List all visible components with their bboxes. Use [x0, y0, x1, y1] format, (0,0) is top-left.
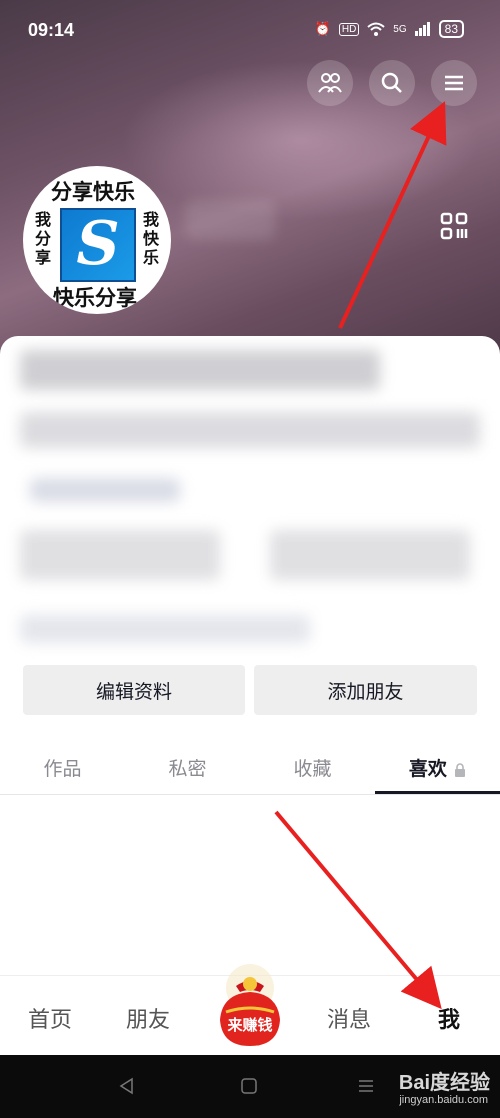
blurred-info-row — [20, 412, 480, 448]
status-time: 09:14 — [28, 20, 75, 40]
blurred-tag — [30, 478, 180, 502]
nav-me[interactable]: 我 — [438, 1002, 460, 1034]
avatar-top-text: 分享快乐 — [51, 180, 135, 204]
active-tab-indicator — [375, 791, 500, 794]
blurred-card-right — [270, 530, 470, 580]
status-bar: 09:14 ⏰ HD 5G 83 — [0, 0, 500, 60]
battery-indicator: 83 — [438, 20, 464, 38]
avatar-bottom-text: 快乐分享 — [53, 286, 137, 310]
friends-button[interactable] — [307, 60, 353, 106]
baidu-watermark-url: jingyan.baidu.com — [399, 1094, 488, 1106]
tab-likes[interactable]: 喜欢 — [375, 754, 500, 781]
network-label: 5G — [393, 23, 407, 35]
blurred-stats — [20, 350, 380, 390]
hd-icon: HD — [338, 22, 360, 36]
add-friends-button[interactable]: 添加朋友 — [254, 665, 477, 715]
blurred-username — [185, 200, 275, 240]
nav-friends[interactable]: 朋友 — [126, 1002, 170, 1034]
hamburger-menu-icon — [445, 75, 463, 91]
blurred-bio — [20, 615, 310, 643]
nav-home[interactable]: 首页 — [28, 1002, 72, 1034]
menu-button[interactable] — [431, 60, 477, 106]
search-button[interactable] — [369, 60, 415, 106]
baidu-watermark: Bai度经验 — [398, 1072, 490, 1094]
earn-money-button[interactable]: 来赚钱 — [212, 962, 288, 1050]
tab-likes-label: 喜欢 — [408, 759, 447, 780]
status-icons: ⏰ HD 5G 83 — [315, 20, 464, 38]
tab-private[interactable]: 私密 — [125, 754, 250, 781]
money-bag-icon — [220, 964, 280, 1046]
avatar-right-text: 我快乐 — [143, 210, 160, 267]
blurred-card-left — [20, 530, 220, 580]
wifi-icon — [367, 22, 385, 36]
alarm-icon: ⏰ — [314, 21, 331, 36]
people-icon — [318, 73, 342, 93]
avatar[interactable]: 分享快乐 快乐分享 我分享 我快乐 S — [23, 166, 171, 314]
earn-money-label: 来赚钱 — [227, 1017, 273, 1034]
avatar-left-text: 我分享 — [35, 210, 52, 267]
signal-icon — [414, 22, 430, 36]
edit-profile-button[interactable]: 编辑资料 — [23, 665, 245, 715]
header-glow — [120, 60, 480, 220]
back-icon[interactable] — [118, 1077, 136, 1095]
home-icon[interactable] — [240, 1077, 258, 1095]
nav-messages[interactable]: 消息 — [327, 1002, 371, 1034]
lock-icon — [455, 763, 466, 777]
content-tabs: 作品 私密 收藏 喜欢 — [0, 742, 500, 795]
qr-code-icon[interactable] — [440, 212, 468, 240]
tab-works[interactable]: 作品 — [0, 754, 125, 781]
avatar-logo: S — [60, 208, 136, 282]
search-icon — [381, 72, 402, 93]
tab-favorites[interactable]: 收藏 — [250, 754, 375, 781]
recents-icon[interactable] — [357, 1077, 375, 1095]
